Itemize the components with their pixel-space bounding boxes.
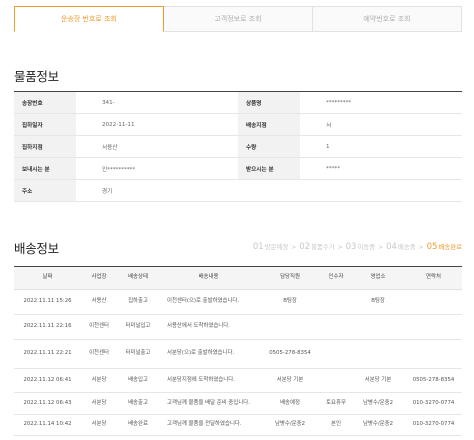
cell-status: 배송출고 <box>128 399 148 406</box>
cell-receiver: 본인 <box>331 421 341 428</box>
cell-office: B팀장 <box>371 298 385 305</box>
value-delivery-branch: 서 <box>326 122 332 129</box>
col-status: 배송상태 <box>128 274 148 281</box>
col-phone: 연락처 <box>426 274 441 281</box>
cell-content: 고객님께 물품을 배달 준비 중입니다. <box>167 399 250 406</box>
table-header: 날짜 사업장 배송상태 배송내용 담당직원 인수자 영업소 연락처 <box>14 267 462 290</box>
cell-status: 배송입고 <box>128 376 148 383</box>
cell-status: 터미널출고 <box>125 350 151 357</box>
cell-site: 서분당 <box>91 399 107 406</box>
cell-staff: 남병수/운중2 <box>274 421 306 428</box>
step-in-transit: 03이동중 <box>345 242 376 252</box>
cell-staff: 배송예정 <box>280 399 300 406</box>
label-pickup-date: 집하일자 <box>14 114 76 135</box>
col-staff: 담당직원 <box>280 274 300 281</box>
col-site: 사업장 <box>91 274 107 281</box>
label-delivery-branch: 배송지점 <box>238 114 300 135</box>
label-pickup-branch: 집하지점 <box>14 136 76 157</box>
cell-content: 서분당지점에 도착하였습니다. <box>167 376 235 383</box>
table-row: 2022.11.11 22:21 이천센터 터미널출고 서분당(으)로 출발하였습니다… <box>14 340 462 369</box>
info-row: 집하지점 서용산 수량 1 <box>14 136 462 158</box>
cell-content: 서분당(으)로 출발하였습니다. <box>167 350 235 357</box>
step-visit-scheduled: 01방문예정 <box>252 242 289 252</box>
cell-receiver: 토요휴무 <box>326 399 346 406</box>
table-body: 2022.11.11 15:26 서용산 집하출고 이천센터(으)로 출발하였습니다.… <box>14 290 462 436</box>
tab-reservation-number[interactable]: 예약번호로 조회 <box>313 6 462 32</box>
product-info-title: 물품정보 <box>14 69 59 84</box>
cell-site: 이천센터 <box>89 350 109 357</box>
info-row: 주소 경기 <box>14 180 462 202</box>
chevron-right-icon: > <box>291 243 297 251</box>
label-receiver: 받으시는 분 <box>238 158 300 179</box>
cell-phone: 010-3270-0774 <box>412 399 455 406</box>
value-address: 경기 <box>102 188 113 195</box>
cell-content: 고객님께 물품을 전달하였습니다. <box>167 421 242 428</box>
chevron-right-icon: > <box>378 243 384 251</box>
label-tracking-number: 송장번호 <box>14 92 76 113</box>
lookup-tabs: 운송장 번호로 조회 고객정보로 조회 예약번호로 조회 <box>14 6 462 32</box>
label-quantity: 수량 <box>238 136 300 157</box>
cell-date: 2022.11.12 06:43 <box>23 399 72 406</box>
tab-tracking-number[interactable]: 운송장 번호로 조회 <box>14 6 164 32</box>
cell-staff: 서분당 기본 <box>276 376 304 383</box>
cell-date: 2022.11.11 15:26 <box>23 298 72 305</box>
table-row: 2022.11.12 06:41 서분당 배송입고 서분당지점에 도착하였습니다. 서분… <box>14 369 462 393</box>
label-address: 주소 <box>14 180 76 201</box>
cell-content: 이천센터(으)로 출발하였습니다. <box>167 298 240 305</box>
col-date: 날짜 <box>42 274 53 281</box>
cell-date: 2022.11.12 06:41 <box>23 376 72 383</box>
cell-phone: 0505-278-8354 <box>412 376 455 383</box>
cell-date: 2022.11.11 22:21 <box>23 350 72 357</box>
cell-site: 이천센터 <box>89 323 109 330</box>
value-tracking-number: 341- <box>102 99 115 106</box>
cell-office: 남병수/운중2 <box>362 399 394 406</box>
cell-date: 2022.11.11 22:16 <box>23 323 72 330</box>
table-row: 2022.11.14 10:42 서분당 배송완료 고객님께 물품을 전달하였습니다.… <box>14 415 462 436</box>
value-pickup-date: 2022-11-11 <box>102 121 135 128</box>
cell-status: 집하출고 <box>128 298 148 305</box>
cell-site: 서용산 <box>91 298 107 305</box>
cell-site: 서분당 <box>91 421 107 428</box>
cell-office: 남병수/운중2 <box>362 421 394 428</box>
table-row: 2022.11.11 15:26 서용산 집하출고 이천센터(으)로 출발하였습니다.… <box>14 290 462 315</box>
step-out-for-delivery: 04배송중 <box>386 242 416 252</box>
value-product-name: ********* <box>326 99 352 106</box>
value-pickup-branch: 서용산 <box>102 144 118 151</box>
cell-status: 터미널입고 <box>125 323 151 330</box>
cell-status: 배송완료 <box>128 421 148 428</box>
tab-customer-info[interactable]: 고객정보로 조회 <box>164 6 313 32</box>
cell-site: 서분당 <box>91 376 107 383</box>
label-sender: 보내시는 분 <box>14 158 76 179</box>
col-office: 영업소 <box>370 274 386 281</box>
label-product-name: 상품명 <box>238 92 300 113</box>
delivery-history-table: 날짜 사업장 배송상태 배송내용 담당직원 인수자 영업소 연락처 2022.1… <box>14 266 462 436</box>
chevron-right-icon: > <box>418 243 424 251</box>
info-row: 보내시는 분 인********** 받으시는 분 ***** <box>14 158 462 180</box>
table-row: 2022.11.12 06:43 서분당 배송출고 고객님께 물품을 배달 준비 중입… <box>14 393 462 415</box>
info-row: 송장번호 341- 상품명 ********* <box>14 92 462 114</box>
cell-phone: 010-3270-0774 <box>412 421 455 428</box>
info-row: 집하일자 2022-11-11 배송지점 서 <box>14 114 462 136</box>
step-delivered: 05배송완료 <box>426 242 462 252</box>
cell-staff: B팀장 <box>283 298 297 305</box>
step-picked-up: 02물품수거 <box>299 242 335 252</box>
cell-content: 서용산에서 도착하였습니다. <box>167 323 230 330</box>
delivery-progress-steps: 01방문예정 > 02물품수거 > 03이동중 > 04배송중 > 05배송완료 <box>253 242 462 252</box>
col-receiver: 인수자 <box>328 274 344 281</box>
cell-staff: 0505-278-8354 <box>269 350 311 357</box>
cell-office: 서분당 기본 <box>364 376 392 383</box>
value-sender: 인********** <box>102 166 136 173</box>
value-quantity: 1 <box>326 143 330 150</box>
delivery-info-title: 배송정보 <box>14 241 59 256</box>
cell-date: 2022.11.14 10:42 <box>23 421 72 428</box>
table-row: 2022.11.11 22:16 이천센터 터미널입고 서용산에서 도착하였습니다. <box>14 315 462 340</box>
value-receiver: ***** <box>326 165 340 172</box>
product-info-table: 송장번호 341- 상품명 ********* 집하일자 2022-11-11 … <box>14 91 462 202</box>
col-content: 배송내용 <box>198 274 219 281</box>
chevron-right-icon: > <box>337 243 343 251</box>
